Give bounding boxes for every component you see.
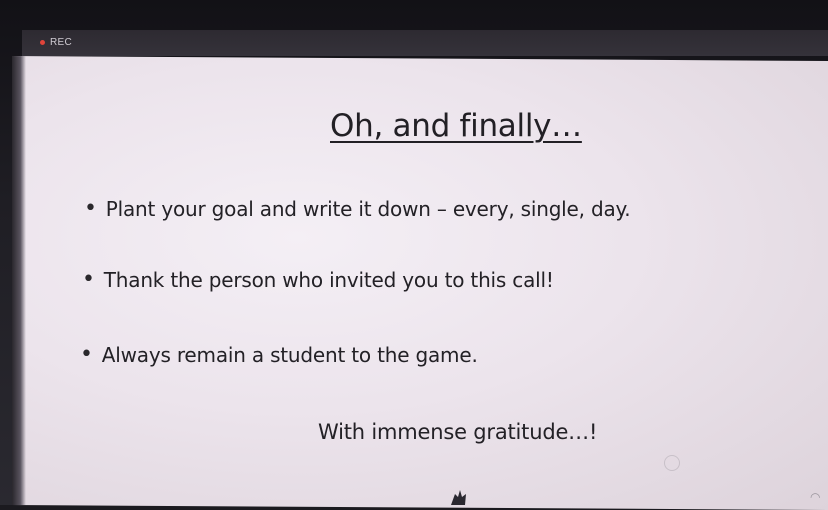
bullet-text: Always remain a student to the game. bbox=[101, 342, 478, 367]
mouse-pointer-icon bbox=[451, 490, 466, 505]
bullet-icon: • bbox=[82, 267, 95, 292]
slide-title: Oh, and finally… bbox=[330, 108, 582, 144]
bullet-text: Thank the person who invited you to this… bbox=[103, 267, 554, 292]
slide-edge-shadow bbox=[12, 56, 26, 506]
record-dot-icon bbox=[40, 40, 45, 45]
bullet-icon: • bbox=[80, 342, 93, 367]
recording-label: REC bbox=[50, 37, 73, 48]
closing-text: With immense gratitude…! bbox=[318, 420, 598, 444]
bullet-icon: • bbox=[84, 196, 97, 221]
bullet-item: • Plant your goal and write it down – ev… bbox=[84, 196, 631, 221]
bullet-item: • Always remain a student to the game. bbox=[80, 342, 478, 367]
corner-icon: ◠ bbox=[810, 490, 821, 504]
bullet-text: Plant your goal and write it down – ever… bbox=[105, 196, 631, 221]
bullet-item: • Thank the person who invited you to th… bbox=[82, 267, 554, 292]
pointer-ring-icon bbox=[664, 455, 680, 471]
recording-indicator: REC bbox=[40, 37, 72, 48]
meeting-top-bar bbox=[22, 30, 828, 56]
